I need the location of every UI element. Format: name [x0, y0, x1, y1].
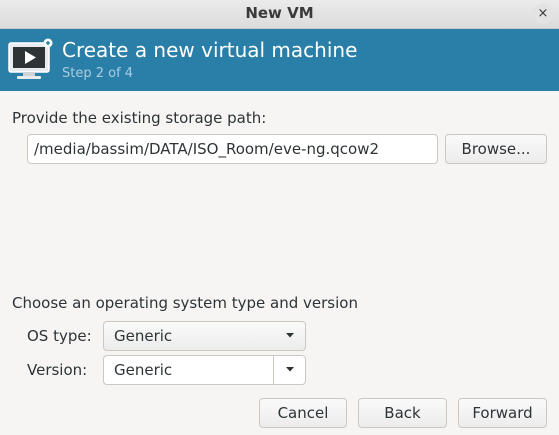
- title-bar: New VM ×: [0, 0, 559, 29]
- version-value: Generic: [114, 361, 173, 379]
- os-type-dropdown[interactable]: Generic: [103, 321, 306, 351]
- cancel-button[interactable]: Cancel: [259, 398, 347, 428]
- storage-path-input[interactable]: [27, 134, 438, 164]
- browse-button[interactable]: Browse...: [445, 134, 547, 164]
- os-type-value: Generic: [114, 327, 173, 345]
- wizard-banner: Create a new virtual machine Step 2 of 4: [0, 29, 559, 91]
- combo-separator: [273, 356, 274, 384]
- chevron-down-icon: [286, 333, 294, 338]
- virtual-machine-icon: [8, 38, 53, 79]
- version-combobox[interactable]: Generic: [103, 355, 306, 385]
- version-label: Version:: [27, 361, 88, 379]
- chevron-down-icon[interactable]: [283, 362, 297, 376]
- wizard-heading: Create a new virtual machine: [62, 38, 358, 62]
- wizard-step-indicator: Step 2 of 4: [62, 66, 134, 81]
- close-button[interactable]: ×: [533, 4, 553, 24]
- storage-path-prompt: Provide the existing storage path:: [12, 109, 267, 127]
- window-title: New VM: [245, 4, 314, 22]
- os-prompt: Choose an operating system type and vers…: [12, 294, 358, 312]
- forward-button[interactable]: Forward: [458, 398, 547, 428]
- back-button[interactable]: Back: [358, 398, 447, 428]
- os-type-label: OS type:: [27, 327, 92, 345]
